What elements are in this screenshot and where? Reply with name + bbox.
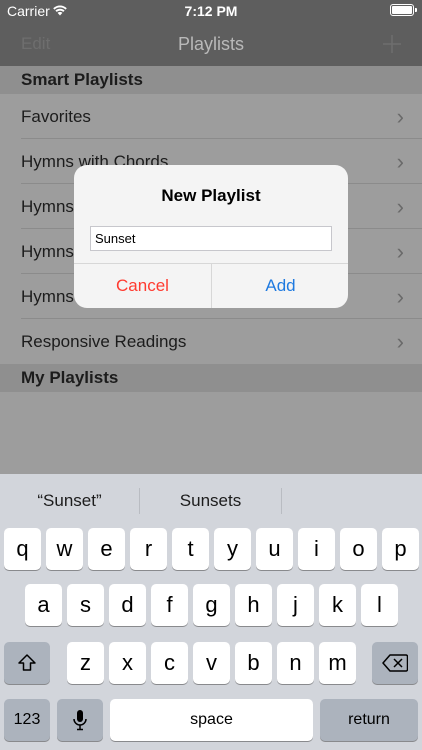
chevron-right-icon: › bbox=[396, 104, 404, 129]
key-u[interactable]: u bbox=[256, 528, 293, 570]
suggestion-item[interactable] bbox=[282, 474, 422, 528]
predictive-bar: “Sunset” Sunsets bbox=[0, 474, 422, 528]
suggestion-item[interactable]: “Sunset” bbox=[0, 474, 139, 528]
section-header-smart-playlists: Smart Playlists bbox=[0, 66, 422, 94]
key-k[interactable]: k bbox=[319, 584, 356, 626]
list-item[interactable]: Favorites › bbox=[0, 94, 422, 139]
key-s[interactable]: s bbox=[67, 584, 104, 626]
key-r[interactable]: r bbox=[130, 528, 167, 570]
cancel-button[interactable]: Cancel bbox=[74, 264, 211, 308]
shift-key[interactable] bbox=[4, 642, 50, 684]
key-l[interactable]: l bbox=[361, 584, 398, 626]
return-key[interactable]: return bbox=[320, 699, 418, 741]
key-a[interactable]: a bbox=[25, 584, 62, 626]
new-playlist-alert: New Playlist Sunset Cancel Add bbox=[74, 165, 348, 308]
alert-title: New Playlist bbox=[161, 186, 261, 205]
key-t[interactable]: t bbox=[172, 528, 209, 570]
chevron-right-icon: › bbox=[396, 329, 404, 354]
page-title: Playlists bbox=[177, 34, 244, 54]
list-item-label: Responsive Readings bbox=[21, 332, 187, 351]
key-h[interactable]: h bbox=[235, 584, 272, 626]
key-x[interactable]: x bbox=[109, 642, 146, 684]
section-header-my-playlists: My Playlists bbox=[0, 364, 422, 392]
list-item-label: Hymns bbox=[21, 287, 74, 306]
status-time: 7:12 PM bbox=[184, 3, 238, 19]
key-w[interactable]: w bbox=[46, 528, 83, 570]
shift-icon bbox=[18, 654, 36, 671]
backspace-icon bbox=[382, 654, 409, 672]
list-item-label: Favorites bbox=[21, 107, 91, 126]
add-playlist-button[interactable] bbox=[382, 26, 402, 61]
key-p[interactable]: p bbox=[382, 528, 419, 570]
key-b[interactable]: b bbox=[235, 642, 272, 684]
numbers-key[interactable]: 123 bbox=[4, 699, 50, 741]
space-key[interactable]: space bbox=[110, 699, 313, 741]
playlist-name-field[interactable]: Sunset bbox=[90, 226, 332, 251]
key-z[interactable]: z bbox=[67, 642, 104, 684]
list-item-label: Hymns bbox=[21, 242, 74, 261]
chevron-right-icon: › bbox=[396, 149, 404, 174]
key-v[interactable]: v bbox=[193, 642, 230, 684]
chevron-right-icon: › bbox=[396, 239, 404, 264]
list-item-label: Hymns bbox=[21, 197, 74, 216]
key-d[interactable]: d bbox=[109, 584, 146, 626]
chevron-right-icon: › bbox=[396, 284, 404, 309]
key-e[interactable]: e bbox=[88, 528, 125, 570]
key-j[interactable]: j bbox=[277, 584, 314, 626]
key-i[interactable]: i bbox=[298, 528, 335, 570]
key-n[interactable]: n bbox=[277, 642, 314, 684]
battery-icon bbox=[390, 4, 417, 16]
key-m[interactable]: m bbox=[319, 642, 356, 684]
key-c[interactable]: c bbox=[151, 642, 188, 684]
plus-icon bbox=[383, 35, 401, 53]
keyboard: “Sunset” Sunsets q w e r t y u i o p a s… bbox=[0, 474, 422, 750]
key-o[interactable]: o bbox=[340, 528, 377, 570]
chevron-right-icon: › bbox=[396, 194, 404, 219]
key-q[interactable]: q bbox=[4, 528, 41, 570]
key-g[interactable]: g bbox=[193, 584, 230, 626]
dictation-key[interactable] bbox=[57, 699, 103, 741]
microphone-icon bbox=[73, 710, 87, 731]
key-f[interactable]: f bbox=[151, 584, 188, 626]
status-bar: Carrier 7:12 PM bbox=[0, 0, 422, 22]
add-button[interactable]: Add bbox=[212, 264, 348, 308]
list-item[interactable]: Responsive Readings › bbox=[0, 319, 422, 364]
navigation-bar: Edit Playlists bbox=[0, 22, 422, 66]
delete-key[interactable] bbox=[372, 642, 418, 684]
key-y[interactable]: y bbox=[214, 528, 251, 570]
suggestion-item[interactable]: Sunsets bbox=[140, 474, 281, 528]
